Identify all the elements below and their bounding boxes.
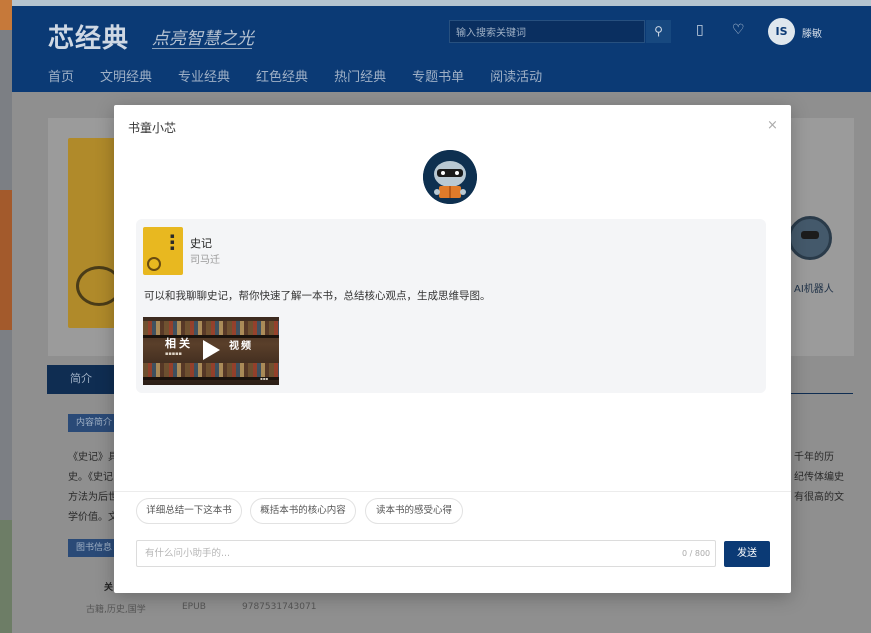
meta-format: EPUB: [182, 602, 206, 612]
book-title[interactable]: 史记: [190, 235, 212, 251]
header-top-strip: [12, 0, 871, 6]
desktop-edge-segment: [0, 520, 12, 633]
robot-avatar-graphic: [423, 150, 477, 204]
meta-isbn: 9787531743071: [242, 602, 317, 612]
user-avatar[interactable]: IS: [768, 18, 795, 45]
close-icon[interactable]: ×: [767, 118, 778, 133]
book-cover-thumbnail[interactable]: ▪ ▪ ▪: [143, 227, 183, 275]
shelf-books: [143, 363, 279, 377]
book-author: 司马迁: [190, 255, 220, 266]
video-caption-right: 视频: [229, 341, 253, 352]
nav-item-professional-classics[interactable]: 专业经典: [178, 66, 230, 85]
cover-seal: [147, 257, 161, 271]
bell-icon[interactable]: ♡: [732, 22, 745, 38]
site-slogan: 点亮智慧之光: [152, 29, 254, 49]
desktop-edge-segment: [0, 190, 12, 330]
send-button[interactable]: 发送: [724, 541, 770, 567]
shelf-plank: [143, 335, 279, 338]
main-nav: 首页 文明经典 专业经典 红色经典 热门经典 专题书单 阅读活动: [48, 66, 568, 85]
intro-line: 纪传体编史: [794, 472, 844, 483]
video-caption-left: 相关: [165, 337, 193, 350]
message-text: 可以和我聊聊史记，帮你快速了解一本书，总结核心观点，生成思维导图。: [144, 290, 491, 302]
meta-tags: 古籍,历史,国学: [86, 605, 146, 615]
chat-input[interactable]: [145, 541, 665, 566]
nav-item-reading-activities[interactable]: 阅读活动: [490, 66, 542, 85]
slogan-underline: [152, 48, 252, 49]
section-tag-info: 图书信息: [68, 539, 120, 557]
mobile-icon[interactable]: ▯: [696, 22, 704, 38]
search-icon[interactable]: ⚲: [646, 20, 671, 43]
nav-item-civilization-classics[interactable]: 文明经典: [100, 66, 152, 85]
video-subcaption: ▪▪▪▪▪: [165, 351, 182, 357]
tab-intro[interactable]: 简介: [47, 365, 115, 393]
shelf-books: [143, 321, 279, 335]
desktop-edge: [0, 0, 12, 633]
chat-input-box: 0 / 800: [136, 540, 716, 567]
char-counter: 0 / 800: [682, 549, 711, 558]
section-tag-content: 内容简介: [68, 414, 120, 432]
search-box: [449, 20, 645, 44]
suggestion-chip-reflection[interactable]: 读本书的感受心得: [365, 498, 463, 524]
intro-text-right: 千年的历 纪传体编史 有很高的文: [794, 448, 854, 508]
suggestion-chip-core-content[interactable]: 概括本书的核心内容: [250, 498, 356, 524]
desktop-edge-segment: [0, 0, 12, 30]
nav-item-home[interactable]: 首页: [48, 66, 74, 85]
ai-robot-icon[interactable]: [788, 216, 832, 260]
suggestion-divider: [114, 491, 791, 492]
username[interactable]: 滕敏: [802, 25, 822, 40]
nav-item-popular-classics[interactable]: 热门经典: [334, 66, 386, 85]
chat-assistant-dialog: 书童小芯 × ▪ ▪ ▪ 史记 司马迁 可以和我聊聊史记，帮你快速了解一本书，总结核…: [114, 105, 791, 593]
ai-robot-label[interactable]: AI机器人: [794, 280, 834, 295]
robot-avatar-icon: [423, 150, 477, 204]
intro-line: 千年的历: [794, 452, 834, 463]
nav-item-topic-booklists[interactable]: 专题书单: [412, 66, 464, 85]
suggestion-chip-summarize[interactable]: 详细总结一下这本书: [136, 498, 242, 524]
intro-line: 有很高的文: [794, 492, 844, 503]
site-header: 芯经典 点亮智慧之光 ⚲ ▯ ♡ IS 滕敏 首页 文明经典 专业经典 红色经典…: [12, 0, 871, 92]
dialog-title: 书童小芯: [128, 121, 177, 135]
nav-item-red-classics[interactable]: 红色经典: [256, 66, 308, 85]
site-logo[interactable]: 芯经典: [48, 18, 129, 55]
search-input[interactable]: [450, 23, 644, 44]
shelf-plank: [143, 377, 279, 380]
related-video-thumbnail[interactable]: 相关 视频 ▪▪▪▪▪ ▪▪▪: [143, 317, 279, 385]
assistant-message: ▪ ▪ ▪ 史记 司马迁 可以和我聊聊史记，帮你快速了解一本书，总结核心观点，生成思…: [136, 219, 766, 393]
cover-mark: ▪ ▪ ▪: [170, 232, 175, 252]
play-icon[interactable]: [203, 340, 220, 360]
video-watermark: ▪▪▪: [260, 376, 269, 381]
